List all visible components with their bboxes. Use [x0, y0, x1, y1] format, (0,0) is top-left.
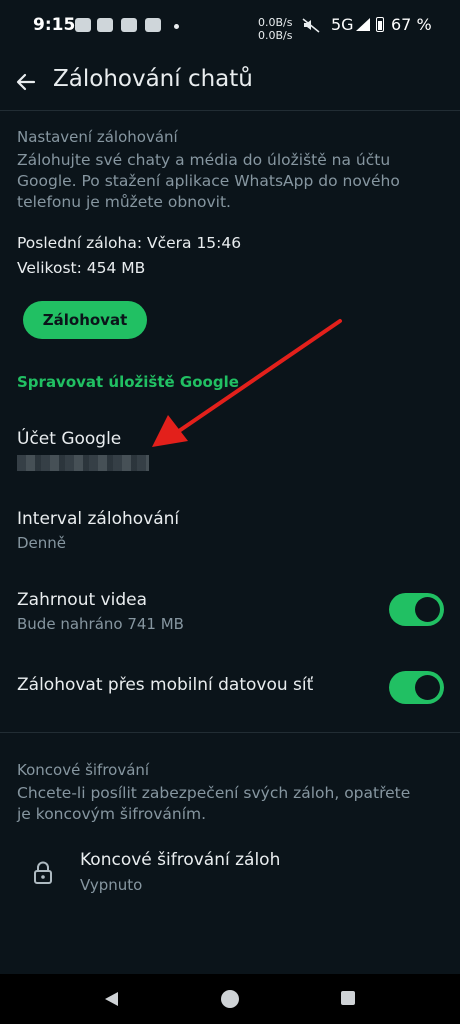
google-account-title: Účet Google — [17, 429, 122, 449]
backup-interval-row[interactable]: Interval zálohování Denně — [0, 498, 460, 562]
divider — [0, 732, 460, 733]
battery-icon — [376, 17, 384, 32]
status-time: 9:15 — [33, 15, 76, 35]
network-type: 5G — [331, 15, 354, 34]
mute-icon — [302, 18, 320, 33]
encryption-status: Vypnuto — [80, 876, 143, 894]
backup-interval-value: Denně — [17, 534, 67, 552]
google-account-email-redacted — [17, 455, 149, 471]
network-speed: 0.0B/s 0.0B/s — [258, 16, 292, 42]
divider — [0, 110, 460, 111]
messenger-icon — [75, 18, 91, 32]
lock-icon — [34, 861, 52, 884]
nav-recents-icon[interactable] — [341, 991, 355, 1005]
battery-percent: 67 % — [391, 15, 432, 34]
nav-back-icon[interactable] — [103, 991, 119, 1007]
excel-icon — [121, 18, 137, 32]
section-title-encryption: Koncové šifrování — [17, 761, 150, 779]
nav-home-icon[interactable] — [221, 990, 239, 1008]
page-title: Zálohování chatů — [53, 66, 253, 92]
include-videos-title: Zahrnout videa — [17, 590, 147, 610]
outlook-icon — [145, 18, 161, 32]
mobile-data-toggle[interactable] — [389, 671, 444, 704]
status-bar: 9:15 0.0B/s 0.0B/s 5G 67 % — [0, 0, 460, 52]
teams-icon — [97, 18, 113, 32]
backup-interval-title: Interval zálohování — [17, 509, 180, 529]
last-backup: Poslední záloha: Včera 15:46 — [17, 234, 242, 252]
toggle-knob — [415, 597, 440, 622]
notification-dot — [174, 24, 179, 29]
net-up: 0.0B/s — [258, 16, 293, 29]
backup-description: Zálohujte své chaty a média do úložiště … — [17, 151, 400, 211]
backup-size: Velikost: 454 MB — [17, 259, 146, 277]
backup-button[interactable]: Zálohovat — [23, 301, 147, 339]
include-videos-subtitle: Bude nahráno 741 MB — [17, 615, 184, 633]
toggle-knob — [415, 675, 440, 700]
encryption-row[interactable]: Koncové šifrování záloh Vypnuto — [0, 842, 460, 906]
encryption-description: Chcete-li posílit zabezpečení svých zálo… — [17, 784, 411, 823]
net-down: 0.0B/s — [258, 29, 293, 42]
mobile-data-title: Zálohovat přes mobilní datovou síť — [17, 675, 314, 695]
annotation-arrow — [152, 319, 342, 447]
arrow-left-icon[interactable] — [12, 68, 40, 96]
encryption-title: Koncové šifrování záloh — [80, 850, 281, 870]
include-videos-toggle[interactable] — [389, 593, 444, 626]
section-title-backup: Nastavení zálohování — [17, 128, 178, 146]
signal-icon — [356, 18, 370, 31]
